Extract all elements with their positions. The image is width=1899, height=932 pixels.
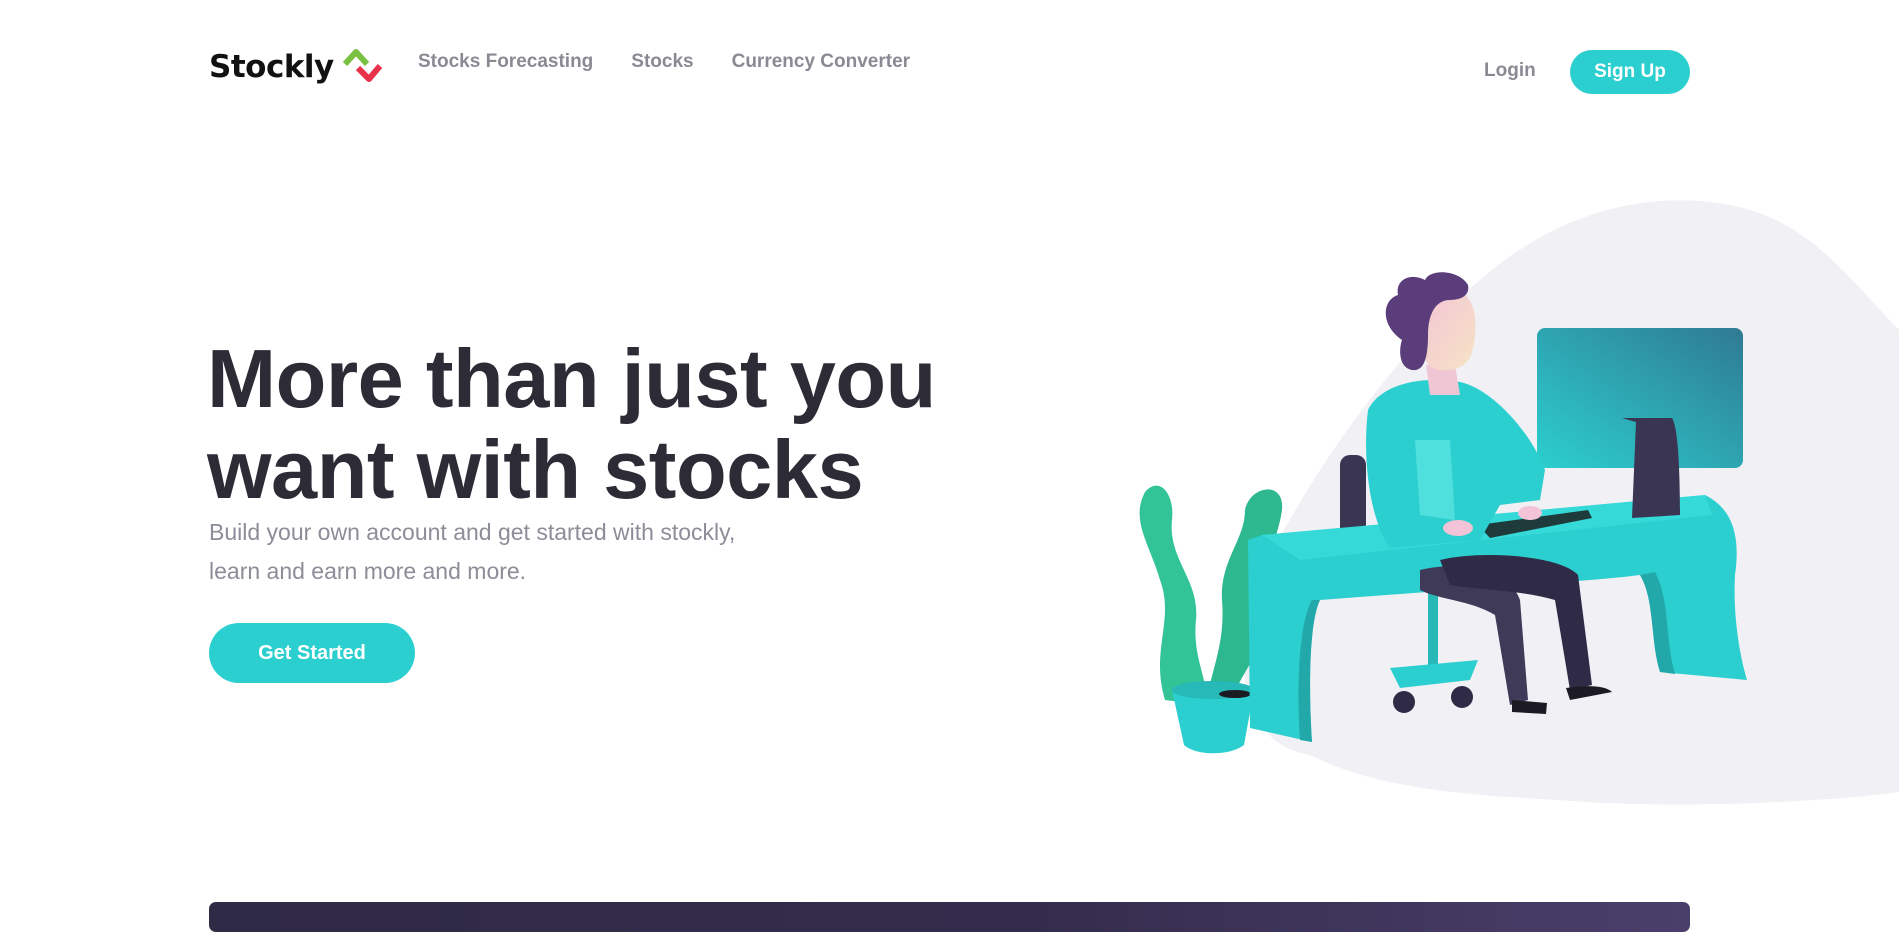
nav-stocks[interactable]: Stocks [631, 51, 693, 73]
brand-logo[interactable]: Stockly [209, 44, 384, 89]
hero-title: More than just you want with stocks [207, 332, 936, 516]
stockly-logo-icon [342, 44, 384, 89]
nav-currency-converter[interactable]: Currency Converter [732, 51, 910, 73]
feature-banner [209, 902, 1690, 932]
brand-name: Stockly [209, 48, 334, 85]
hero-subtitle-line-2: learn and earn more and more. [209, 558, 527, 584]
main-nav: Stocks Forecasting Stocks Currency Conve… [418, 51, 910, 73]
person-at-desk-illustration [1100, 190, 1899, 835]
get-started-button[interactable]: Get Started [209, 623, 415, 683]
hero-subtitle: Build your own account and get started w… [209, 513, 909, 591]
login-link[interactable]: Login [1484, 60, 1536, 82]
sign-up-button[interactable]: Sign Up [1570, 50, 1690, 94]
nav-stocks-forecasting[interactable]: Stocks Forecasting [418, 51, 593, 73]
hero-subtitle-line-1: Build your own account and get started w… [209, 519, 736, 545]
